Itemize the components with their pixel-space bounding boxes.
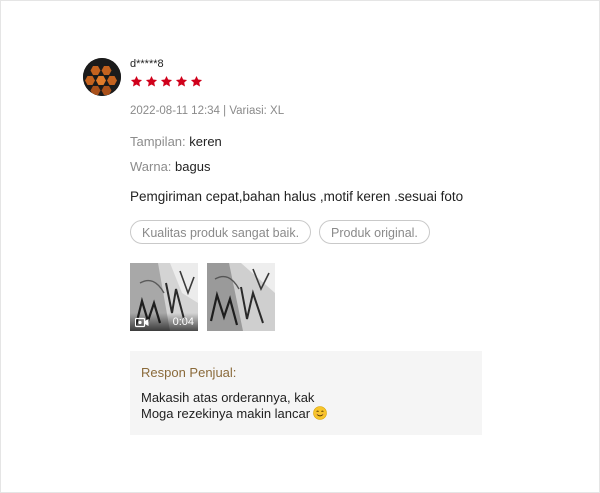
review-tags: Kualitas produk sangat baik. Produk orig… [130, 220, 430, 244]
star-icon [190, 75, 203, 87]
attribute-tampilan: Tampilan: keren [130, 134, 222, 150]
star-icon [160, 75, 173, 87]
avatar[interactable] [83, 58, 121, 96]
review-tag: Kualitas produk sangat baik. [130, 220, 312, 244]
seller-reply-title: Respon Penjual: [141, 365, 237, 380]
review-card: d*****8 2022-08-11 12:34 | Variasi: XL T… [0, 0, 600, 493]
star-icon [130, 75, 143, 87]
seller-reply: Respon Penjual: Makasih atas orderannya,… [130, 351, 482, 435]
star-icon [145, 75, 158, 87]
review-tag: Produk original. [319, 220, 430, 244]
video-camera-icon [135, 317, 149, 328]
variant-label: Variasi: [229, 105, 267, 117]
review-meta: 2022-08-11 12:34 | Variasi: XL [130, 104, 284, 118]
seller-reply-line: Moga rezekinya makin lancar [141, 406, 327, 422]
review-photo-thumbnail[interactable] [207, 263, 275, 331]
review-video-thumbnail[interactable]: 0:04 [130, 263, 198, 331]
review-date: 2022-08-11 12:34 [130, 105, 220, 117]
smiling-face-emoji [313, 406, 327, 420]
seller-reply-line: Makasih atas orderannya, kak [141, 390, 315, 405]
attribute-value: keren [189, 134, 222, 149]
seller-reply-text: Moga rezekinya makin lancar [141, 406, 311, 421]
reviewer-username: d*****8 [130, 58, 164, 70]
attribute-value: bagus [175, 159, 211, 174]
rating-stars [130, 75, 203, 91]
meta-separator: | [219, 105, 230, 117]
review-comment: Pemgiriman cepat,bahan halus ,motif kere… [130, 189, 464, 204]
video-duration: 0:04 [172, 316, 194, 328]
attribute-warna: Warna: bagus [130, 159, 210, 175]
photo-thumbnail-image [207, 263, 275, 331]
attribute-label: Warna: [130, 159, 172, 174]
variant-value: XL [270, 105, 285, 117]
star-icon [175, 75, 188, 87]
attribute-label: Tampilan: [130, 134, 186, 149]
